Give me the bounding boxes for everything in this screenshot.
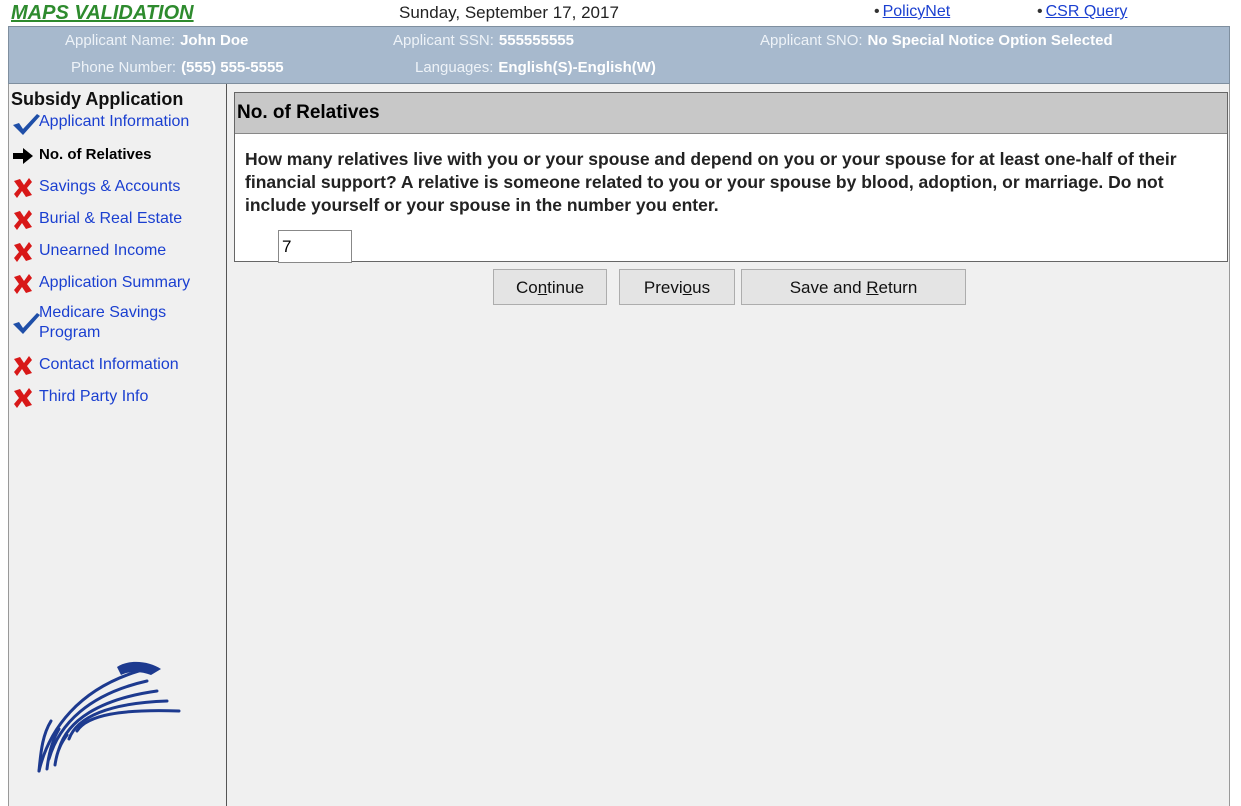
continue-label-part: tinue [547, 278, 585, 297]
save-and-return-button[interactable]: Save and Return [741, 269, 966, 305]
applicant-ssn-value: 555555555 [498, 32, 574, 49]
applicant-sno: Applicant SNO: No Special Notice Option S… [760, 32, 1113, 49]
save-label-part: eturn [878, 278, 918, 297]
sidebar-item-applicant-information[interactable]: Applicant Information [11, 112, 190, 135]
applicant-ssn: Applicant SSN: 555555555 [393, 32, 574, 49]
sidebar-item-savings-accounts[interactable]: Savings & Accounts [11, 177, 180, 199]
previous-button[interactable]: Previous [619, 269, 735, 305]
sidebar-item-no-of-relatives[interactable]: No. of Relatives [11, 145, 152, 167]
check-icon [11, 311, 40, 334]
applicant-name: Applicant Name: John Doe [65, 32, 248, 49]
sidebar-item-label: Medicare Savings Program [39, 303, 166, 343]
x-icon [11, 209, 39, 231]
eagle-logo-icon [37, 661, 181, 773]
policynet-link-label[interactable]: PolicyNet [883, 3, 951, 20]
csr-query-link-label[interactable]: CSR Query [1046, 3, 1128, 20]
applicant-sno-value: No Special Notice Option Selected [867, 32, 1113, 49]
sidebar-item-third-party-info[interactable]: Third Party Info [11, 387, 148, 409]
sidebar-item-label: Contact Information [39, 356, 179, 373]
sidebar-item-label: Savings & Accounts [39, 178, 181, 195]
relatives-panel: No. of Relatives How many relatives live… [234, 92, 1228, 263]
top-bar: MAPS VALIDATION Sunday, September 17, 20… [0, 0, 1241, 26]
check-icon [11, 112, 40, 135]
arrow-right-icon [11, 145, 39, 167]
relatives-question: How many relatives live with you or your… [245, 149, 1177, 215]
panel-title: No. of Relatives [235, 93, 1227, 134]
previous-label-part: Previ [643, 278, 683, 297]
sidebar-item-label: Burial & Real Estate [39, 210, 183, 227]
save-accesskey: R [866, 278, 879, 297]
applicant-ssn-label: Applicant SSN: [393, 32, 494, 49]
applicant-name-value: John Doe [180, 32, 249, 49]
continue-label-part: Co [515, 278, 538, 297]
previous-accesskey: o [682, 278, 693, 297]
save-label-part: Save and [789, 278, 867, 297]
phone-number-value: (555) 555-5555 [181, 59, 284, 76]
app-title: MAPS VALIDATION [11, 2, 194, 24]
previous-label-part: us [692, 278, 711, 297]
sidebar-item-label: No. of Relatives [39, 146, 152, 163]
sidebar-item-label-line2: Program [39, 324, 101, 341]
sidebar-item-label-line1: Medicare Savings [39, 304, 167, 321]
continue-button[interactable]: Continue [493, 269, 607, 305]
sidebar-item-label: Applicant Information [39, 113, 190, 130]
x-icon [11, 387, 39, 409]
languages: Languages: English(S)-English(W) [415, 59, 656, 76]
phone-number-label: Phone Number: [71, 59, 177, 76]
applicant-name-label: Applicant Name: [65, 32, 176, 49]
sidebar-title: Subsidy Application [11, 89, 184, 109]
x-icon [11, 355, 39, 377]
x-icon [11, 241, 39, 263]
sidebar-item-contact-information[interactable]: Contact Information [11, 355, 179, 377]
x-icon [11, 177, 39, 199]
sidebar-item-label: Third Party Info [39, 388, 149, 405]
continue-accesskey: n [537, 278, 548, 297]
bullet: • [1037, 3, 1043, 20]
applicant-sno-label: Applicant SNO: [760, 32, 863, 49]
bullet: • [874, 3, 880, 20]
csr-query-link[interactable]: • CSR Query [1037, 3, 1127, 21]
policynet-link[interactable]: • PolicyNet [874, 3, 950, 21]
languages-value: English(S)-English(W) [498, 59, 656, 76]
applicant-info-bar: Applicant Name: John Doe Applicant SSN: 55… [8, 26, 1230, 84]
main-content: No. of Relatives How many relatives live… [227, 84, 1230, 806]
phone-number: Phone Number: (555) 555-5555 [71, 59, 284, 76]
sidebar-item-label: Unearned Income [39, 242, 167, 259]
sidebar-item-label: Application Summary [39, 274, 191, 291]
sidebar-item-application-summary[interactable]: Application Summary [11, 273, 190, 295]
sidebar-item-medicare-savings-program[interactable]: Medicare Savings Program [11, 303, 166, 343]
current-date: Sunday, September 17, 2017 [399, 3, 619, 22]
languages-label: Languages: [415, 59, 494, 76]
sidebar-item-unearned-income[interactable]: Unearned Income [11, 241, 166, 263]
x-icon [11, 273, 39, 295]
sidebar: Subsidy Application Applicant Informatio… [8, 84, 227, 806]
sidebar-item-burial-real-estate[interactable]: Burial & Real Estate [11, 209, 182, 231]
relatives-count-input[interactable] [278, 230, 352, 263]
